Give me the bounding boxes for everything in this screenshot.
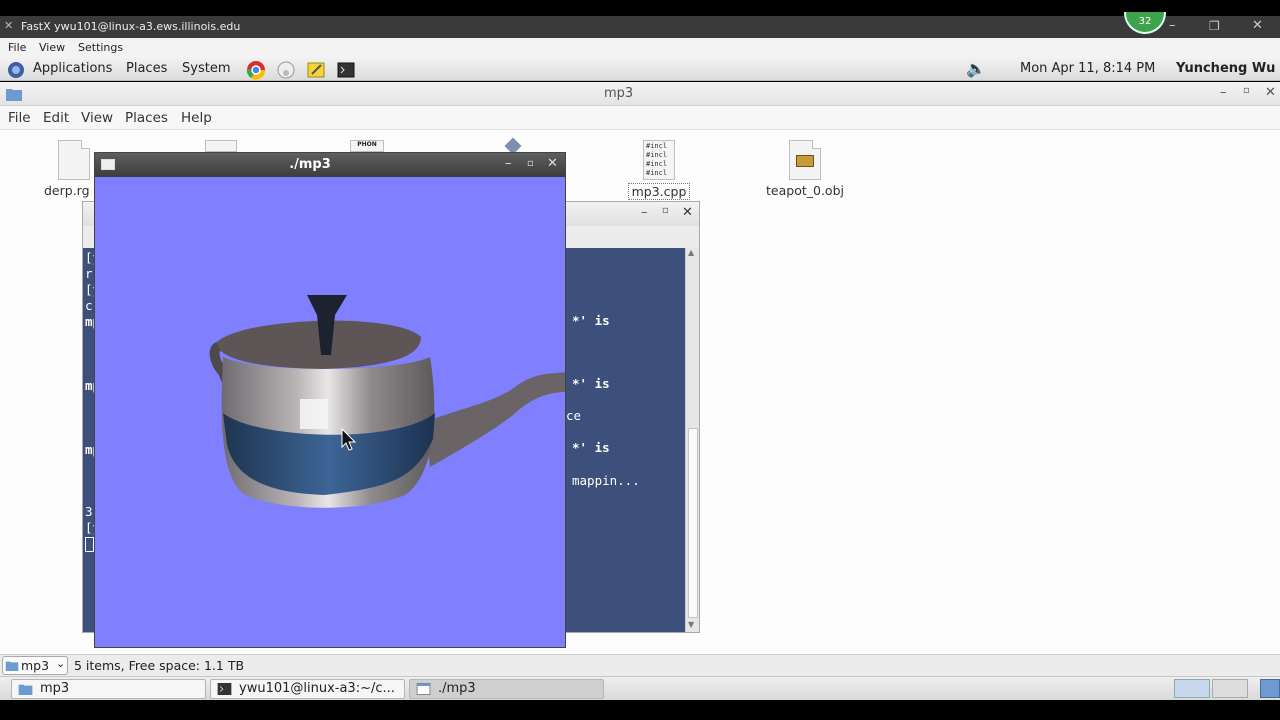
text-file-icon [58,140,90,180]
cpp-file-icon: #incl #incl #incl #incl [643,140,675,180]
chevron-down-icon: ⌄ [56,657,66,670]
gl-canvas[interactable] [95,177,565,647]
image-file-icon [789,140,821,180]
fm-menu-file[interactable]: File [8,110,31,126]
bottom-taskbar: mp3 ywu101@linux-a3:~/c... ./mp3 [0,676,1280,700]
term-close-icon[interactable]: ✕ [682,205,693,220]
minimize-icon[interactable]: – [1169,18,1176,33]
task-label: ./mp3 [438,681,476,696]
term-left-line: c [85,298,93,313]
network-icon[interactable] [276,60,296,80]
hidden-file-icon [205,140,237,152]
gl-minimize-icon[interactable]: – [505,156,512,171]
workspace-1[interactable] [1174,679,1210,698]
file-item[interactable]: teapot_0.obj [760,140,850,198]
scroll-up-icon[interactable]: ▲ [688,248,694,257]
task-label: mp3 [40,681,70,696]
task-gl-window[interactable]: ./mp3 [409,679,604,699]
gnome-foot-icon [8,62,24,78]
teapot-spout [425,372,565,467]
cpp-line: #incl [646,169,668,177]
fastx-menu-file[interactable]: File [8,41,26,54]
location-value: mp3 [21,658,50,673]
location-select[interactable]: mp3 ⌄ [2,656,68,675]
file-item[interactable]: #incl #incl #incl #incl mp3.cpp [626,140,692,200]
status-text: 5 items, Free space: 1.1 TB [74,658,245,673]
gl-maximize-icon[interactable]: ▫ [527,158,534,169]
fm-menu-edit[interactable]: Edit [43,110,69,126]
places-menu[interactable]: Places [126,61,167,76]
file-manager-menu-bar: File Edit View Places Help [0,106,1280,130]
chrome-icon[interactable] [246,60,266,80]
terminal-scrollbar[interactable]: ▲ ▼ [685,248,699,632]
user-name[interactable]: Yuncheng Wu [1176,61,1275,76]
trash-icon[interactable] [1260,679,1280,698]
folder-icon [18,684,33,695]
fm-minimize-icon[interactable]: – [1220,85,1227,100]
terminal-launcher-icon[interactable] [336,60,356,80]
term-line: *' is [572,376,610,391]
fastx-title-bar: ✕ FastX ywu101@linux-a3.ews.illinois.edu… [0,16,1280,38]
clock[interactable]: Mon Apr 11, 8:14 PM [1020,61,1155,76]
php-file-icon: PHON [350,140,384,152]
term-line: *' is [572,313,610,328]
fastx-title: FastX ywu101@linux-a3.ews.illinois.edu [21,20,241,33]
fastx-menu-bar: File View Settings [0,38,1280,58]
term-line: mappin... [572,473,640,488]
gl-window[interactable]: ./mp3 – ▫ ✕ [94,152,566,648]
gl-close-icon[interactable]: ✕ [547,156,558,171]
file-manager-status-bar: mp3 ⌄ 5 items, Free space: 1.1 TB [0,654,1280,676]
task-terminal[interactable]: ywu101@linux-a3:~/c... [210,679,405,699]
file-name: teapot_0.obj [766,183,844,198]
fastx-menu-settings[interactable]: Settings [78,41,123,54]
screen-top-border [0,0,1280,16]
gnome-top-panel: Applications Places System 🔈 Mon Apr 11,… [0,58,1280,81]
file-manager-title: mp3 [604,86,634,101]
terminal-icon [217,683,232,695]
fastx-menu-view[interactable]: View [39,41,65,54]
window-icon [416,683,431,695]
cpp-line: #incl [646,160,668,168]
term-line: ce [566,408,582,423]
scroll-down-icon[interactable]: ▼ [688,620,694,629]
term-minimize-icon[interactable]: – [641,205,648,220]
fm-menu-help[interactable]: Help [181,110,212,126]
fm-menu-places[interactable]: Places [125,110,168,126]
task-mp3-folder[interactable]: mp3 [11,679,206,699]
term-left-line: 3 [85,504,93,519]
restore-icon[interactable]: ❐ [1209,19,1220,33]
applications-menu[interactable]: Applications [33,61,112,76]
screen-bottom-border [0,700,1280,720]
cpp-line: #incl [646,151,668,159]
term-line: *' is [572,440,610,455]
volume-icon[interactable]: 🔈 [966,59,986,78]
fm-maximize-icon[interactable]: ▫ [1243,85,1250,96]
teapot-highlight [300,399,328,429]
fm-menu-view[interactable]: View [81,110,113,126]
cpp-line: #incl [646,142,668,150]
folder-icon [5,661,19,671]
close-icon[interactable]: ✕ [1252,18,1263,33]
gl-window-title: ./mp3 [289,157,331,172]
workspace-2[interactable] [1212,679,1248,698]
term-maximize-icon[interactable]: ▫ [662,205,669,216]
fastx-logo-icon: ✕ [4,19,14,32]
system-menu[interactable]: System [182,61,230,76]
terminal-cursor [85,537,94,552]
task-label: ywu101@linux-a3:~/c... [239,681,395,696]
folder-icon [6,89,22,101]
text-editor-icon[interactable] [306,60,326,80]
file-manager-title-bar: mp3 – ▫ ✕ [0,82,1280,106]
file-name: mp3.cpp [627,183,691,200]
gl-title-bar: ./mp3 – ▫ ✕ [95,153,565,177]
scroll-thumb[interactable] [688,428,698,618]
fm-close-icon[interactable]: ✕ [1265,85,1276,100]
